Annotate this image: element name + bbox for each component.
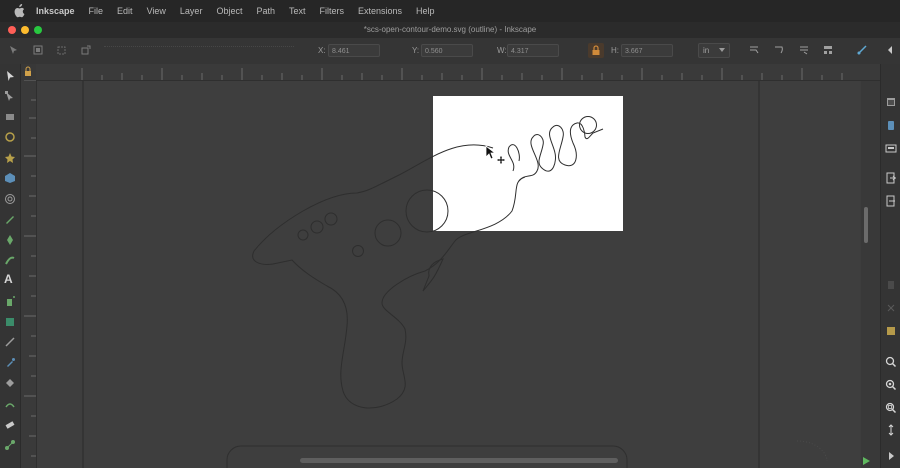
gun-mid-circle bbox=[374, 219, 402, 247]
move-patterns-icon[interactable] bbox=[822, 44, 834, 56]
menu-path[interactable]: Path bbox=[256, 6, 275, 16]
horizontal-scroll-thumb[interactable] bbox=[300, 458, 618, 463]
cut-icon[interactable] bbox=[885, 302, 897, 314]
vertical-scrollbar[interactable] bbox=[861, 81, 880, 468]
dropper-icon[interactable] bbox=[4, 357, 16, 369]
menu-layer[interactable]: Layer bbox=[180, 6, 203, 16]
h-field[interactable]: 3.667 bbox=[621, 44, 673, 57]
x-field[interactable]: 8.461 bbox=[328, 44, 380, 57]
menu-object[interactable]: Object bbox=[216, 6, 242, 16]
page-border bbox=[82, 81, 760, 468]
paint-bucket-icon[interactable] bbox=[4, 377, 16, 389]
menu-filters[interactable]: Filters bbox=[319, 6, 344, 16]
import-icon[interactable] bbox=[885, 172, 897, 184]
calligraphy-tool-icon[interactable] bbox=[4, 254, 16, 266]
mesh-tool-icon[interactable] bbox=[4, 316, 16, 328]
connector-icon[interactable] bbox=[4, 439, 16, 451]
tool-controls-bar: X: 8.461 Y: 0.560 W: 4.317 H: 3.667 in bbox=[0, 38, 900, 65]
zoom-selection-icon[interactable] bbox=[885, 356, 897, 368]
toolbox: A bbox=[0, 64, 21, 468]
vertical-ruler[interactable] bbox=[20, 79, 37, 468]
paste-icon[interactable] bbox=[885, 324, 897, 336]
scale-corners-icon[interactable] bbox=[773, 44, 785, 56]
w-label: W: bbox=[497, 46, 507, 55]
selector-icon[interactable] bbox=[4, 70, 16, 82]
y-field[interactable]: 0.560 bbox=[421, 44, 473, 57]
export-icon[interactable] bbox=[885, 195, 897, 207]
gun-dot-4 bbox=[352, 245, 364, 257]
pen-tool-icon[interactable] bbox=[4, 234, 16, 246]
chevron-left-icon[interactable] bbox=[884, 44, 896, 56]
horizontal-ruler[interactable] bbox=[36, 64, 880, 81]
new-document-icon[interactable] bbox=[885, 96, 897, 108]
expand-icon[interactable] bbox=[885, 450, 897, 462]
gun-dot-2 bbox=[310, 220, 324, 234]
unit-value: in bbox=[703, 46, 710, 55]
w-field[interactable]: 4.317 bbox=[507, 44, 559, 57]
open-icon[interactable] bbox=[885, 119, 897, 131]
gun-dot-1 bbox=[324, 212, 338, 226]
menu-file[interactable]: File bbox=[89, 6, 104, 16]
lock-guides-icon[interactable] bbox=[20, 64, 36, 80]
deselect-icon[interactable] bbox=[56, 44, 68, 56]
move-gradients-icon[interactable] bbox=[798, 44, 810, 56]
scale-stroke-icon[interactable] bbox=[748, 44, 760, 56]
play-icon[interactable] bbox=[860, 455, 872, 467]
menu-inkscape[interactable]: Inkscape bbox=[36, 6, 75, 16]
canvas-drawing bbox=[82, 81, 828, 468]
gun-trigger-leaf bbox=[422, 258, 444, 292]
window-titlebar: *scs-open-contour-demo.svg (outline) - I… bbox=[0, 22, 900, 38]
zoom-fit-icon[interactable] bbox=[885, 424, 897, 436]
unit-select[interactable]: in bbox=[698, 43, 730, 58]
chevron-down-icon bbox=[719, 48, 725, 52]
rotate-90-icon[interactable] bbox=[80, 44, 92, 56]
select-all-layers-icon[interactable] bbox=[32, 44, 44, 56]
mouse-cursor bbox=[485, 145, 505, 164]
circle-tool-icon[interactable] bbox=[4, 131, 16, 143]
inkscape-window: Inkscape File Edit View Layer Object Pat… bbox=[0, 0, 900, 468]
window-title: *scs-open-contour-demo.svg (outline) - I… bbox=[363, 25, 537, 34]
lock-icon bbox=[592, 45, 600, 55]
zoom-drawing-icon[interactable] bbox=[885, 379, 897, 391]
drawing-canvas[interactable] bbox=[37, 81, 860, 468]
commands-bar bbox=[880, 64, 900, 468]
tweak-tool-icon[interactable] bbox=[4, 398, 16, 410]
snap-toggle-icon[interactable] bbox=[856, 44, 868, 56]
menu-bar: Inkscape File Edit View Layer Object Pat… bbox=[0, 0, 900, 22]
menu-edit[interactable]: Edit bbox=[117, 6, 133, 16]
eraser-icon[interactable] bbox=[4, 418, 16, 430]
apple-icon[interactable] bbox=[12, 4, 26, 18]
text-tool-icon[interactable]: A bbox=[4, 273, 16, 285]
canvas-decoration bbox=[796, 440, 828, 462]
white-rectangle bbox=[433, 96, 623, 231]
spray-tool-icon[interactable] bbox=[4, 295, 16, 307]
h-label: H: bbox=[611, 46, 619, 55]
save-icon[interactable] bbox=[885, 142, 897, 154]
pill-outline bbox=[226, 445, 628, 468]
gun-dot-3 bbox=[297, 229, 309, 241]
select-all-icon[interactable] bbox=[8, 44, 20, 56]
rectangle-tool-icon[interactable] bbox=[4, 111, 16, 123]
menu-extensions[interactable]: Extensions bbox=[358, 6, 402, 16]
disabled-transform-icons bbox=[104, 46, 294, 55]
menu-view[interactable]: View bbox=[147, 6, 166, 16]
spiral-tool-icon[interactable] bbox=[4, 193, 16, 205]
ruler-corner bbox=[20, 64, 36, 80]
y-label: Y: bbox=[412, 46, 420, 55]
copy-icon[interactable] bbox=[885, 279, 897, 291]
3d-box-icon[interactable] bbox=[4, 172, 16, 184]
pencil-tool-icon[interactable] bbox=[4, 213, 16, 225]
vertical-scroll-thumb[interactable] bbox=[864, 207, 868, 243]
zoom-page-icon[interactable] bbox=[885, 402, 897, 414]
gradient-tool-icon[interactable] bbox=[4, 336, 16, 348]
star-tool-icon[interactable] bbox=[4, 152, 16, 164]
x-label: X: bbox=[318, 46, 326, 55]
menu-help[interactable]: Help bbox=[416, 6, 435, 16]
lock-proportions-button[interactable] bbox=[588, 43, 604, 58]
node-tool-icon[interactable] bbox=[4, 90, 16, 102]
menu-text[interactable]: Text bbox=[289, 6, 306, 16]
